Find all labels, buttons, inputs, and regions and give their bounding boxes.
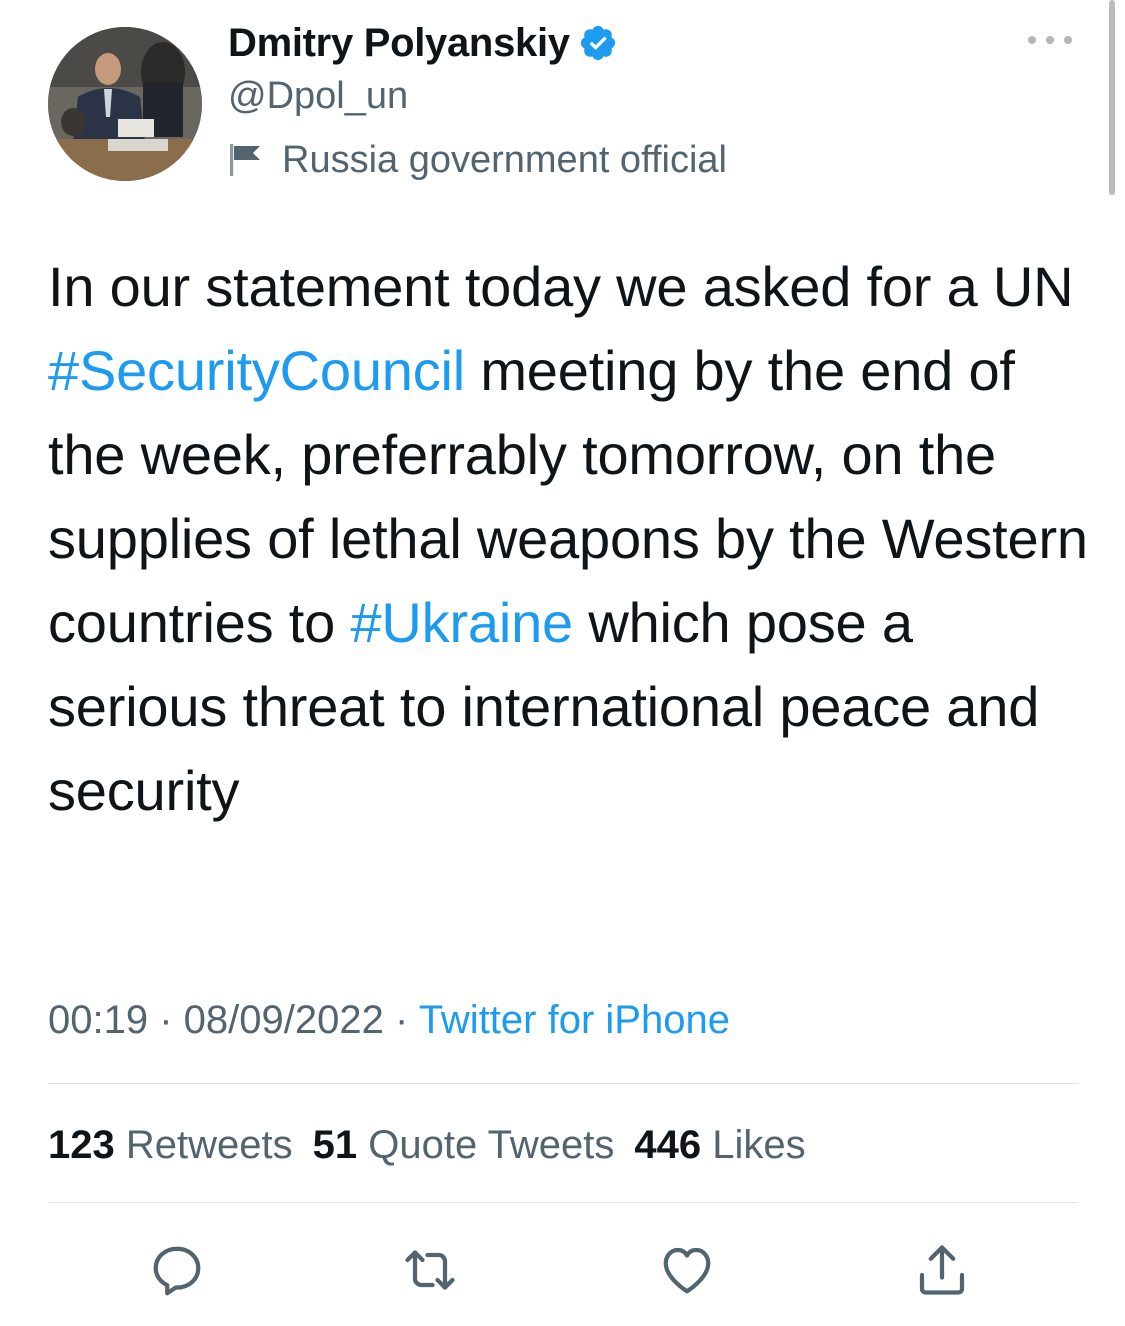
tweet-meta: 00:19 · 08/09/2022 · Twitter for iPhone [48,990,730,1050]
more-dot [1064,36,1072,44]
more-dot [1028,36,1036,44]
reply-icon [153,1246,201,1296]
tweet-source[interactable]: Twitter for iPhone [419,998,730,1042]
retweets-stat[interactable]: 123 Retweets [48,1123,293,1167]
like-button[interactable] [655,1238,719,1302]
reply-button[interactable] [145,1238,209,1302]
meta-separator: · [148,998,184,1042]
flag-icon [230,144,260,176]
handle[interactable]: @Dpol_un [228,70,727,122]
avatar[interactable] [48,27,202,181]
account-label-text: Russia government official [282,138,727,181]
more-dot [1046,36,1054,44]
engagement-stats: 123 Retweets 51 Quote Tweets 446 Likes [48,1115,826,1175]
name-row: Dmitry Polyanskiy [228,18,727,68]
verified-badge-icon [580,25,615,61]
share-icon [919,1245,965,1295]
tweet-text-segment: In our statement today we asked for a UN [48,255,1074,318]
hashtag-link[interactable]: #Ukraine [350,591,573,654]
tweet-text: In our statement today we asked for a UN… [48,245,1088,833]
account-label: Russia government official [228,132,727,188]
meta-separator: · [383,998,419,1042]
retweets-label: Retweets [125,1123,293,1167]
share-button[interactable] [910,1238,974,1302]
scrollbar[interactable] [1109,0,1115,195]
tweet-time[interactable]: 00:19 [48,998,148,1042]
hashtag-link[interactable]: #SecurityCouncil [48,339,465,402]
tweet-detail: Dmitry Polyanskiy @Dpol_un Russia govern… [0,0,1125,1326]
divider [48,1083,1078,1084]
retweet-icon [405,1250,455,1290]
quote-tweets-stat[interactable]: 51 Quote Tweets [313,1123,615,1167]
quotes-label: Quote Tweets [368,1123,615,1167]
tweet-date[interactable]: 08/09/2022 [184,998,384,1042]
display-name[interactable]: Dmitry Polyanskiy [228,21,570,66]
author-info: Dmitry Polyanskiy @Dpol_un Russia govern… [228,18,727,188]
heart-icon [663,1247,711,1294]
retweet-button[interactable] [398,1238,462,1302]
action-bar [0,1230,1125,1310]
likes-stat[interactable]: 446 Likes [634,1123,805,1167]
retweets-count: 123 [48,1123,115,1167]
more-icon[interactable] [1028,30,1072,50]
likes-count: 446 [634,1123,702,1167]
quotes-count: 51 [312,1123,358,1167]
likes-label: Likes [712,1123,806,1167]
divider [48,1202,1078,1203]
